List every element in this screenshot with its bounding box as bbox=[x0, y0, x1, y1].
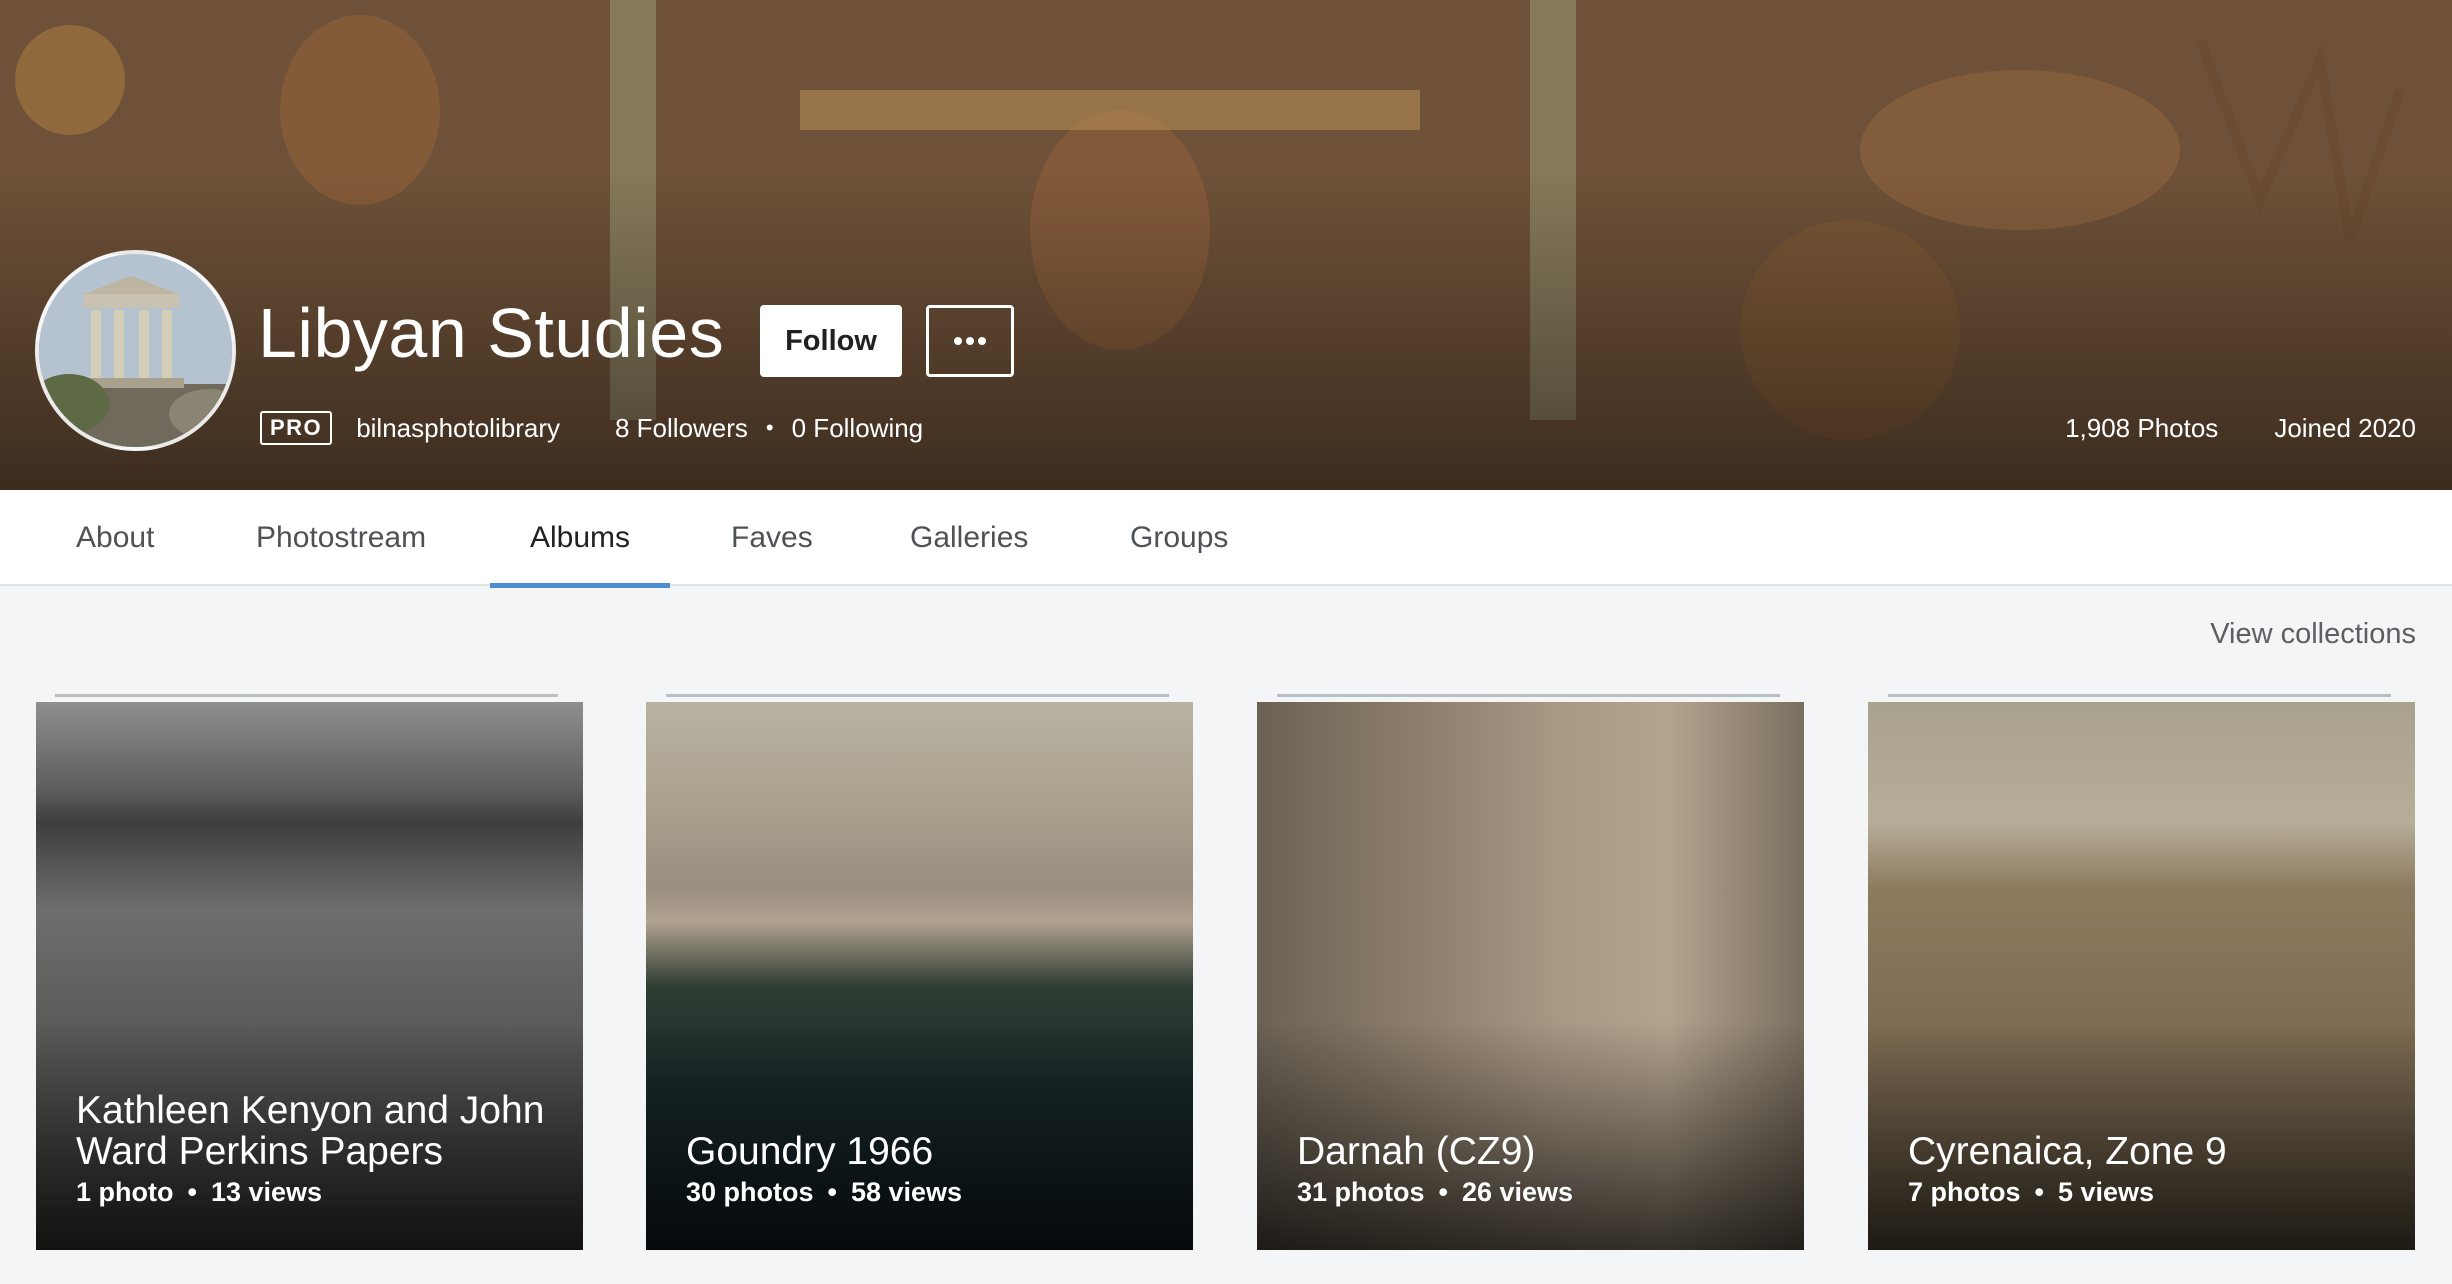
album-meta-separator: • bbox=[827, 1177, 837, 1207]
tab-albums[interactable]: Albums bbox=[490, 490, 671, 588]
album-card[interactable]: Goundry 1966 30 photos • 58 views bbox=[646, 702, 1193, 1250]
album-stack-edge bbox=[55, 694, 558, 697]
album-meta-separator: • bbox=[2034, 1177, 2044, 1207]
album-meta: 7 photos • 5 views bbox=[1908, 1177, 2154, 1208]
tab-about[interactable]: About bbox=[36, 490, 194, 586]
view-collections-link[interactable]: View collections bbox=[2210, 618, 2416, 651]
page-title: Libyan Studies bbox=[258, 294, 725, 372]
album-meta-separator: • bbox=[187, 1177, 197, 1207]
photos-count: 1,908 Photos bbox=[2065, 412, 2219, 443]
follow-button[interactable]: Follow bbox=[760, 305, 902, 377]
tab-galleries[interactable]: Galleries bbox=[870, 490, 1068, 586]
album-title: Goundry 1966 bbox=[686, 1130, 934, 1173]
profile-stats: 1,908 Photos Joined 2020 bbox=[2065, 408, 2416, 448]
album-title: Cyrenaica, Zone 9 bbox=[1908, 1130, 2227, 1173]
profile-meta: PRO bilnasphotolibrary 8 Followers • 0 F… bbox=[260, 408, 923, 448]
joined-date: Joined 2020 bbox=[2274, 412, 2416, 443]
album-title: Darnah (CZ9) bbox=[1297, 1130, 1536, 1173]
profile-tabs: About Photostream Albums Faves Galleries… bbox=[0, 490, 2452, 588]
album-stack-edge bbox=[1888, 694, 2391, 697]
album-meta: 1 photo • 13 views bbox=[76, 1177, 322, 1208]
album-card[interactable]: Darnah (CZ9) 31 photos • 26 views bbox=[1257, 702, 1804, 1250]
album-stack-edge bbox=[1277, 694, 1780, 697]
pro-badge: PRO bbox=[260, 411, 333, 445]
tab-groups[interactable]: Groups bbox=[1090, 490, 1268, 586]
followers-link[interactable]: 8 Followers bbox=[615, 413, 748, 444]
avatar[interactable] bbox=[35, 250, 236, 451]
album-view-count: 5 views bbox=[2057, 1177, 2155, 1207]
album-photo-count: 7 photos bbox=[1908, 1177, 2021, 1207]
album-card[interactable]: Kathleen Kenyon and John Ward Perkins Pa… bbox=[36, 702, 583, 1250]
username: bilnasphotolibrary bbox=[356, 412, 560, 443]
album-meta: 31 photos • 26 views bbox=[1297, 1177, 1573, 1208]
tab-faves[interactable]: Faves bbox=[691, 490, 853, 586]
album-stack-edge bbox=[666, 694, 1169, 697]
album-view-count: 26 views bbox=[1461, 1177, 1574, 1207]
album-photo-count: 31 photos bbox=[1297, 1177, 1425, 1207]
avatar-temple-image bbox=[39, 254, 232, 447]
meta-separator: • bbox=[765, 415, 774, 440]
album-photo-count: 1 photo bbox=[76, 1177, 174, 1207]
album-meta-separator: • bbox=[1438, 1177, 1448, 1207]
album-meta: 30 photos • 58 views bbox=[686, 1177, 962, 1208]
tab-photostream[interactable]: Photostream bbox=[216, 490, 466, 586]
ellipsis-icon bbox=[954, 337, 986, 345]
following-link[interactable]: 0 Following bbox=[792, 413, 924, 444]
album-view-count: 13 views bbox=[210, 1177, 323, 1207]
more-options-button[interactable] bbox=[926, 305, 1014, 377]
album-photo-count: 30 photos bbox=[686, 1177, 814, 1207]
album-title: Kathleen Kenyon and John Ward Perkins Pa… bbox=[76, 1089, 545, 1173]
album-card[interactable]: Cyrenaica, Zone 9 7 photos • 5 views bbox=[1868, 702, 2415, 1250]
album-view-count: 58 views bbox=[850, 1177, 963, 1207]
